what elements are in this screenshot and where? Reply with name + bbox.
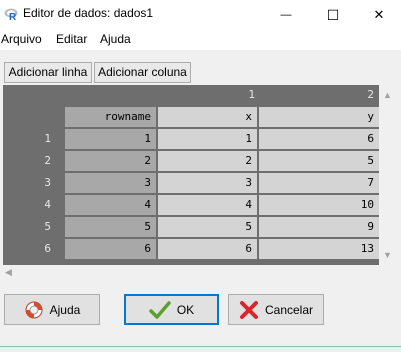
header-y[interactable]: y	[259, 107, 379, 127]
cell-rowname[interactable]: 6	[65, 239, 156, 259]
column-number: 1	[248, 88, 255, 101]
cell-rowname[interactable]: 5	[65, 217, 156, 237]
data-grid: 1 2 rowname x y 1 1 1 6 2 2 2 5 3 3 3 7 …	[3, 85, 379, 265]
row-number: 4	[44, 198, 51, 211]
cell-y[interactable]: 7	[259, 173, 379, 193]
add-row-button[interactable]: Adicionar linha	[4, 62, 92, 83]
row-number: 5	[44, 220, 51, 233]
close-icon: ✕	[373, 7, 385, 22]
header-rowname[interactable]: rowname	[65, 107, 156, 127]
help-button[interactable]: Ajuda	[4, 294, 100, 325]
maximize-button[interactable]: ☐	[310, 0, 356, 30]
cancel-button[interactable]: Cancelar	[228, 294, 324, 325]
minimize-button[interactable]: —	[263, 0, 309, 30]
row-number: 3	[44, 176, 51, 189]
cell-y[interactable]: 9	[259, 217, 379, 237]
cell-y[interactable]: 13	[259, 239, 379, 259]
cancel-x-icon	[239, 300, 258, 319]
cell-y[interactable]: 6	[259, 129, 379, 149]
ok-button-label: OK	[176, 302, 195, 317]
cell-y[interactable]: 5	[259, 151, 379, 171]
status-strip	[0, 346, 401, 352]
scroll-up-icon[interactable]: ▲	[383, 91, 392, 100]
cell-x[interactable]: 2	[158, 151, 257, 171]
svg-text:R: R	[9, 12, 17, 21]
vertical-scrollbar[interactable]: ▲ ▼	[379, 85, 396, 265]
row-number: 2	[44, 154, 51, 167]
scroll-left-icon[interactable]: ◀	[5, 268, 12, 277]
menu-editar[interactable]: Editar	[56, 32, 87, 46]
row-number: 6	[44, 242, 51, 255]
cell-x[interactable]: 3	[158, 173, 257, 193]
cell-x[interactable]: 6	[158, 239, 257, 259]
cell-y[interactable]: 10	[259, 195, 379, 215]
lifebuoy-icon	[25, 301, 43, 318]
checkmark-icon	[149, 300, 171, 319]
menu-bar: Arquivo Editar Ajuda	[0, 30, 401, 50]
cell-rowname[interactable]: 3	[65, 173, 156, 193]
close-button[interactable]: ✕	[356, 0, 401, 30]
cancel-button-label: Cancelar	[264, 302, 314, 317]
scroll-down-icon[interactable]: ▼	[383, 251, 392, 260]
cell-rowname[interactable]: 1	[65, 129, 156, 149]
row-number: 1	[44, 132, 51, 145]
r-logo-icon: R	[4, 8, 18, 21]
menu-arquivo[interactable]: Arquivo	[1, 32, 42, 46]
title-bar[interactable]: R Editor de dados: dados1 — ☐ ✕	[0, 0, 401, 30]
cell-rowname[interactable]: 4	[65, 195, 156, 215]
maximize-icon: ☐	[326, 6, 340, 23]
window-title: Editor de dados: dados1	[23, 6, 154, 20]
help-button-label: Ajuda	[49, 302, 81, 317]
cell-x[interactable]: 5	[158, 217, 257, 237]
add-column-button[interactable]: Adicionar coluna	[94, 62, 191, 83]
header-x[interactable]: x	[158, 107, 257, 127]
menu-ajuda[interactable]: Ajuda	[100, 32, 131, 46]
cell-rowname[interactable]: 2	[65, 151, 156, 171]
cell-x[interactable]: 4	[158, 195, 257, 215]
column-number: 2	[367, 88, 374, 101]
horizontal-scrollbar[interactable]: ◀	[3, 265, 396, 279]
ok-button[interactable]: OK	[124, 294, 219, 325]
minimize-icon: —	[280, 9, 292, 21]
cell-x[interactable]: 1	[158, 129, 257, 149]
